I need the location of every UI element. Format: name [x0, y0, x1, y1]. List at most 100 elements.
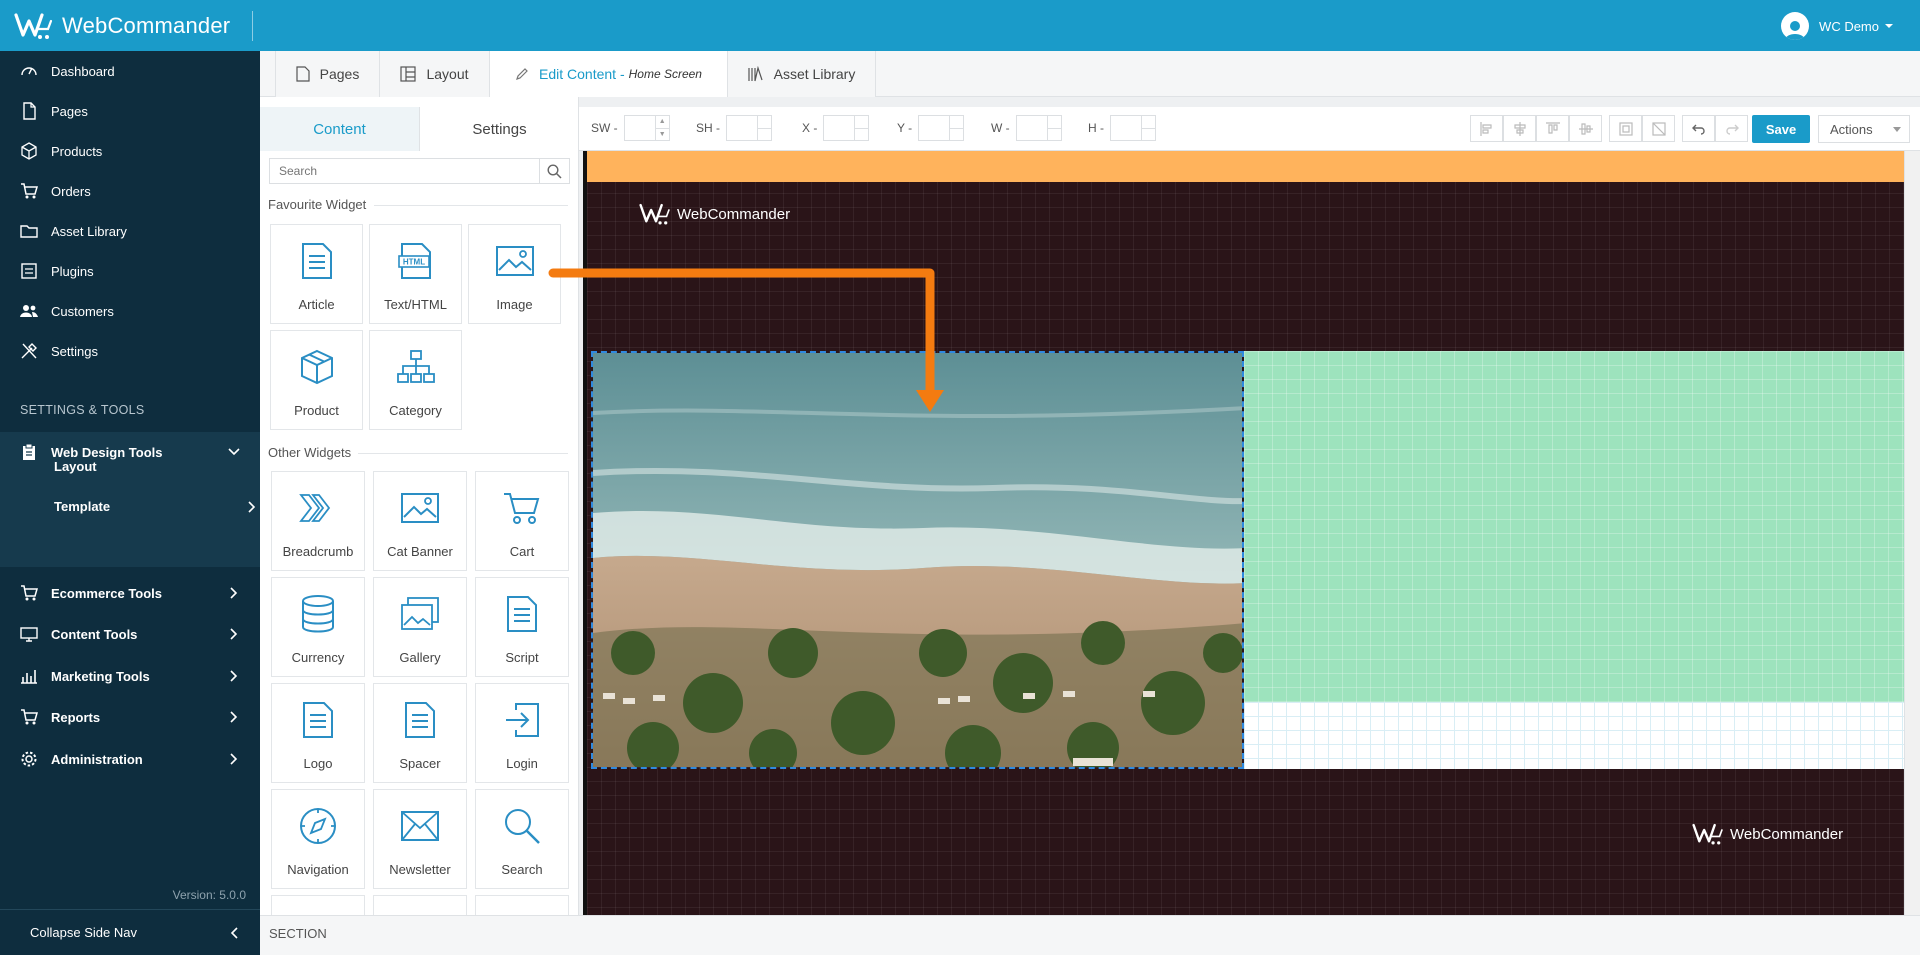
- widget-logo[interactable]: Logo: [271, 683, 365, 783]
- widget-gallery[interactable]: Gallery: [373, 577, 467, 677]
- sidebar-item-asset-library[interactable]: Asset Library: [0, 211, 260, 251]
- undo-icon: [1691, 124, 1705, 135]
- widget-cat-banner[interactable]: Cat Banner: [373, 471, 467, 571]
- sidebar-item-products[interactable]: Products: [0, 131, 260, 171]
- sidebar-item-reports[interactable]: Reports: [0, 697, 260, 737]
- canvas-logo-top[interactable]: WebCommander: [639, 201, 790, 227]
- empty-grid-block[interactable]: [1244, 702, 1904, 769]
- sidebar-subitem-layout[interactable]: Layout: [54, 459, 97, 474]
- sidebar-item-pages[interactable]: Pages: [0, 91, 260, 131]
- h-stepper[interactable]: [1110, 115, 1156, 141]
- coins-icon: [301, 592, 335, 636]
- canvas-logo-bottom[interactable]: WebCommander: [1692, 821, 1843, 847]
- user-menu[interactable]: WC Demo: [1781, 12, 1894, 40]
- widget-label: Cart: [509, 544, 535, 559]
- sidebar-item-administration[interactable]: Administration: [0, 739, 260, 779]
- hierarchy-icon: [396, 345, 435, 389]
- sidebar-item-plugins[interactable]: Plugins: [0, 251, 260, 291]
- sidebar-item-customers[interactable]: Customers: [0, 291, 260, 331]
- tab-label: Pages: [319, 66, 360, 82]
- ungroup-button[interactable]: [1642, 115, 1675, 142]
- widget-spacer[interactable]: Spacer: [373, 683, 467, 783]
- search-icon: [503, 804, 541, 848]
- canvas-scrollbar[interactable]: [1904, 151, 1920, 915]
- header-strip[interactable]: [587, 151, 1904, 182]
- image-icon: [401, 486, 439, 530]
- widget-search[interactable]: Search: [475, 789, 569, 889]
- widget-label: Script: [505, 650, 539, 665]
- sh-stepper[interactable]: [726, 115, 772, 141]
- green-content-block[interactable]: [1244, 351, 1904, 702]
- undo-button[interactable]: [1682, 115, 1715, 142]
- widget-label: Logo: [303, 756, 333, 771]
- align-middle-button[interactable]: [1569, 115, 1602, 142]
- x-stepper[interactable]: [823, 115, 870, 141]
- chevron-right-icon: [230, 628, 238, 640]
- sw-stepper[interactable]: ▲ ▼: [623, 115, 670, 141]
- gauge-icon: [20, 62, 38, 80]
- save-button[interactable]: Save: [1752, 115, 1810, 143]
- sidebar-item-content-tools[interactable]: Content Tools: [0, 614, 260, 654]
- sidebar-item-orders[interactable]: Orders: [0, 171, 260, 211]
- tab-pages[interactable]: Pages: [275, 51, 380, 97]
- widget-cart[interactable]: Cart: [475, 471, 569, 571]
- sidebar-item-ecommerce-tools[interactable]: Ecommerce Tools: [0, 573, 260, 613]
- tab-layout[interactable]: Layout: [380, 51, 490, 97]
- chevron-up-icon[interactable]: ▲: [656, 116, 669, 128]
- widget-more[interactable]: [271, 895, 365, 915]
- widget-navigation[interactable]: Navigation: [271, 789, 365, 889]
- widget-product[interactable]: Product: [270, 330, 363, 430]
- widget-breadcrumb[interactable]: Breadcrumb: [271, 471, 365, 571]
- widget-search-input[interactable]: [270, 159, 539, 183]
- collapse-label: Collapse Side Nav: [30, 925, 137, 940]
- user-name: WC Demo: [1819, 18, 1879, 34]
- widget-script[interactable]: Script: [475, 577, 569, 677]
- w-stepper[interactable]: [1015, 115, 1062, 141]
- editor-tab-bar: Pages Layout Edit Content - Home Screen …: [260, 51, 1920, 97]
- widget-login[interactable]: Login: [475, 683, 569, 783]
- group-button[interactable]: [1609, 115, 1642, 142]
- y-stepper[interactable]: [918, 115, 965, 141]
- widget-article[interactable]: Article: [270, 224, 363, 324]
- widget-label: Login: [506, 756, 538, 771]
- align-left-button[interactable]: [1470, 115, 1503, 142]
- actions-label: Actions: [1830, 121, 1873, 137]
- widget-currency[interactable]: Currency: [271, 577, 365, 677]
- redo-button[interactable]: [1715, 115, 1748, 142]
- search-button[interactable]: [539, 159, 569, 183]
- widget-more[interactable]: [373, 895, 467, 915]
- widget-newsletter[interactable]: Newsletter: [373, 789, 467, 889]
- sidebar-section-title: SETTINGS & TOOLS: [20, 403, 145, 417]
- align-top-button[interactable]: [1536, 115, 1569, 142]
- brand-logo[interactable]: WebCommander: [14, 11, 230, 41]
- tab-edit-content[interactable]: Edit Content - Home Screen: [490, 51, 728, 97]
- caret-down-icon: [1885, 24, 1893, 28]
- widget-label: Search: [501, 862, 543, 877]
- collapse-side-nav-button[interactable]: Collapse Side Nav: [0, 909, 260, 955]
- sidebar-item-marketing-tools[interactable]: Marketing Tools: [0, 656, 260, 696]
- favourite-widget-title: Favourite Widget: [268, 197, 367, 212]
- beach-image[interactable]: [591, 351, 1244, 769]
- sidebar-item-web-design-tools[interactable]: Web Design Tools: [0, 432, 260, 472]
- widget-more[interactable]: [475, 895, 569, 915]
- h-label: H -: [1088, 121, 1104, 135]
- document-icon: [404, 698, 436, 742]
- sidebar-item-label: Marketing Tools: [51, 668, 150, 684]
- tab-asset-library[interactable]: Asset Library: [728, 51, 876, 97]
- tab-label: Layout: [426, 66, 469, 82]
- tab-content[interactable]: Content: [260, 107, 419, 151]
- sidebar-subitem-template[interactable]: Template: [54, 499, 260, 519]
- chevron-down-icon[interactable]: ▼: [655, 127, 669, 141]
- actions-dropdown[interactable]: Actions: [1818, 115, 1910, 143]
- layout-canvas[interactable]: WebCommander WebCommander: [583, 151, 1904, 915]
- compass-icon: [299, 804, 337, 848]
- widget-text-html[interactable]: HTML Text/HTML: [369, 224, 462, 324]
- widget-category[interactable]: Category: [369, 330, 462, 430]
- widget-label: Product: [294, 403, 339, 418]
- widget-label: Gallery: [399, 650, 441, 665]
- widget-image[interactable]: Image: [468, 224, 561, 324]
- sidebar-item-settings[interactable]: Settings: [0, 331, 260, 371]
- sidebar-item-dashboard[interactable]: Dashboard: [0, 51, 260, 91]
- align-center-button[interactable]: [1503, 115, 1536, 142]
- tab-settings[interactable]: Settings: [419, 107, 578, 151]
